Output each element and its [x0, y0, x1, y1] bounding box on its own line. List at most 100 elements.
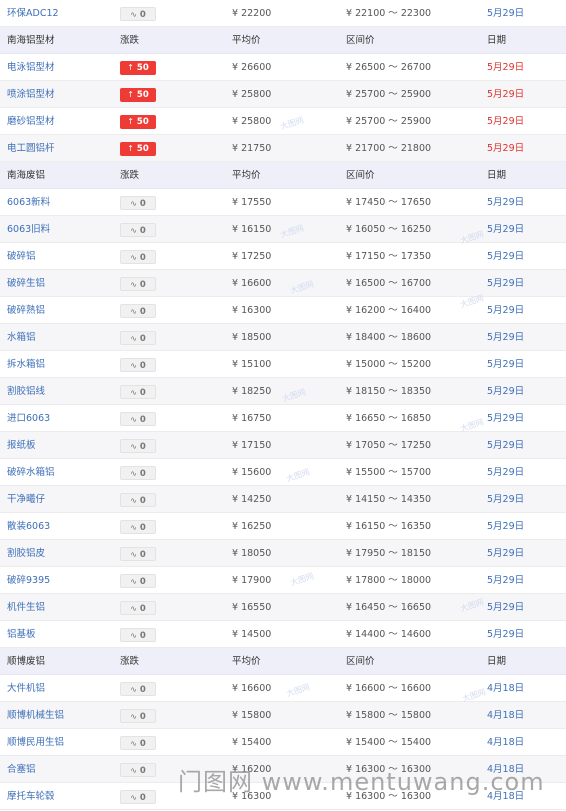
flat-icon: ∿ [130, 279, 137, 289]
date-link[interactable]: 5月29日 [487, 540, 524, 567]
price-range: ¥ 21700 ～ 21800 [346, 143, 432, 154]
product-link[interactable]: 破碎9395 [7, 567, 50, 594]
date-link[interactable]: 5月29日 [487, 405, 524, 432]
product-link[interactable]: 6063新料 [7, 189, 50, 216]
flat-icon: ∿ [130, 684, 137, 694]
price-range: ¥ 14150 ～ 14350 [346, 494, 432, 505]
table-row: 散装6063 ∿ 0 ¥ 16250 ¥ 16150 ～ 16350 5月29日 [0, 513, 566, 540]
product-link[interactable]: 割胶铝线 [7, 378, 45, 405]
product-link[interactable]: 磨砂铝型材 [7, 108, 55, 135]
change-value: 0 [139, 333, 146, 344]
date-link[interactable]: 4月18日 [487, 729, 524, 756]
price-range: ¥ 17050 ～ 17250 [346, 440, 432, 451]
product-link[interactable]: 水箱铝 [7, 324, 36, 351]
arrow-up-icon: ↑ [127, 63, 134, 72]
avg-price: ¥ 18050 [232, 548, 272, 559]
date-link[interactable]: 4月18日 [487, 702, 524, 729]
change-up-badge: ↑ 50 [120, 115, 156, 129]
date-link[interactable]: 5月29日 [487, 621, 524, 648]
product-link[interactable]: 摩托车轮毂 [7, 783, 55, 810]
avg-price: ¥ 16750 [232, 413, 272, 424]
flat-icon: ∿ [130, 738, 137, 748]
product-link[interactable]: 合塞铝 [7, 756, 36, 783]
change-cell: ∿ 0 [120, 756, 156, 783]
change-up-badge: ↑ 50 [120, 61, 156, 75]
date-link[interactable]: 5月29日 [487, 189, 524, 216]
product-link[interactable]: 6063旧料 [7, 216, 50, 243]
flat-icon: ∿ [130, 225, 137, 235]
date-link[interactable]: 5月29日 [487, 54, 524, 81]
change-value: 0 [139, 792, 146, 803]
change-value: 0 [139, 414, 146, 425]
column-header-avg: 平均价 [232, 170, 261, 181]
change-flat-badge: ∿ 0 [120, 492, 156, 507]
product-link[interactable]: 破碎水箱铝 [7, 459, 55, 486]
change-value: 0 [139, 576, 146, 587]
price-range: ¥ 15500 ～ 15700 [346, 467, 432, 478]
change-flat-badge: ∿ 0 [120, 438, 156, 453]
date-link[interactable]: 5月29日 [487, 297, 524, 324]
date-link[interactable]: 4月18日 [487, 675, 524, 702]
change-value: 50 [136, 63, 149, 73]
flat-icon: ∿ [130, 495, 137, 505]
date-link[interactable]: 5月29日 [487, 594, 524, 621]
product-link[interactable]: 干净曦仔 [7, 486, 45, 513]
date-link[interactable]: 5月29日 [487, 216, 524, 243]
product-link[interactable]: 拆水箱铝 [7, 351, 45, 378]
change-flat-badge: ∿ 0 [120, 546, 156, 561]
section-title: 南海废铝 [7, 170, 46, 181]
table-row: 顺博机械生铝 ∿ 0 ¥ 15800 ¥ 15800 ～ 15800 4月18日 [0, 702, 566, 729]
flat-icon: ∿ [130, 387, 137, 397]
date-link[interactable]: 5月29日 [487, 270, 524, 297]
price-range: ¥ 22100 ～ 22300 [346, 8, 432, 19]
avg-price: ¥ 15800 [232, 710, 272, 721]
date-link[interactable]: 5月29日 [487, 513, 524, 540]
section-title: 顺博废铝 [7, 656, 46, 667]
product-link[interactable]: 大件机铝 [7, 675, 45, 702]
product-link[interactable]: 割胶铝皮 [7, 540, 45, 567]
product-link[interactable]: 电泳铝型材 [7, 54, 55, 81]
date-link[interactable]: 5月29日 [487, 81, 524, 108]
avg-price: ¥ 16600 [232, 683, 272, 694]
avg-price: ¥ 17250 [232, 251, 272, 262]
flat-icon: ∿ [130, 522, 137, 532]
date-link[interactable]: 5月29日 [487, 135, 524, 162]
price-range: ¥ 17150 ～ 17350 [346, 251, 432, 262]
product-link[interactable]: 顺博机械生铝 [7, 702, 64, 729]
column-header-avg: 平均价 [232, 656, 261, 667]
change-flat-badge: ∿ 0 [120, 627, 156, 642]
product-link[interactable]: 顺博民用生铝 [7, 729, 64, 756]
change-flat-badge: ∿ 0 [120, 519, 156, 534]
date-link[interactable]: 5月29日 [487, 486, 524, 513]
product-link[interactable]: 散装6063 [7, 513, 50, 540]
product-link[interactable]: 喷涂铝型材 [7, 81, 55, 108]
product-link[interactable]: 进口6063 [7, 405, 50, 432]
product-link[interactable]: 破碎熟铝 [7, 297, 45, 324]
product-link[interactable]: 环保ADC12 [7, 0, 59, 27]
product-link[interactable]: 铝基板 [7, 621, 36, 648]
product-link[interactable]: 破碎铝 [7, 243, 36, 270]
date-link[interactable]: 5月29日 [487, 378, 524, 405]
change-value: 0 [139, 711, 146, 722]
product-link[interactable]: 电工圆铝杆 [7, 135, 55, 162]
price-range: ¥ 16050 ～ 16250 [346, 224, 432, 235]
flat-icon: ∿ [130, 252, 137, 262]
date-link[interactable]: 5月29日 [487, 324, 524, 351]
product-link[interactable]: 机件生铝 [7, 594, 45, 621]
avg-price: ¥ 25800 [232, 89, 272, 100]
date-link[interactable]: 5月29日 [487, 567, 524, 594]
date-link[interactable]: 5月29日 [487, 432, 524, 459]
date-link[interactable]: 5月29日 [487, 243, 524, 270]
change-cell: ∿ 0 [120, 459, 156, 486]
change-cell: ∿ 0 [120, 324, 156, 351]
date-link[interactable]: 5月29日 [487, 108, 524, 135]
date-link[interactable]: 5月29日 [487, 0, 524, 27]
change-value: 50 [136, 90, 149, 100]
date-link[interactable]: 5月29日 [487, 351, 524, 378]
product-link[interactable]: 报纸板 [7, 432, 36, 459]
date-link[interactable]: 5月29日 [487, 459, 524, 486]
change-flat-badge: ∿ 0 [120, 708, 156, 723]
avg-price: ¥ 17150 [232, 440, 272, 451]
change-flat-badge: ∿ 0 [120, 6, 156, 21]
product-link[interactable]: 破碎生铝 [7, 270, 45, 297]
